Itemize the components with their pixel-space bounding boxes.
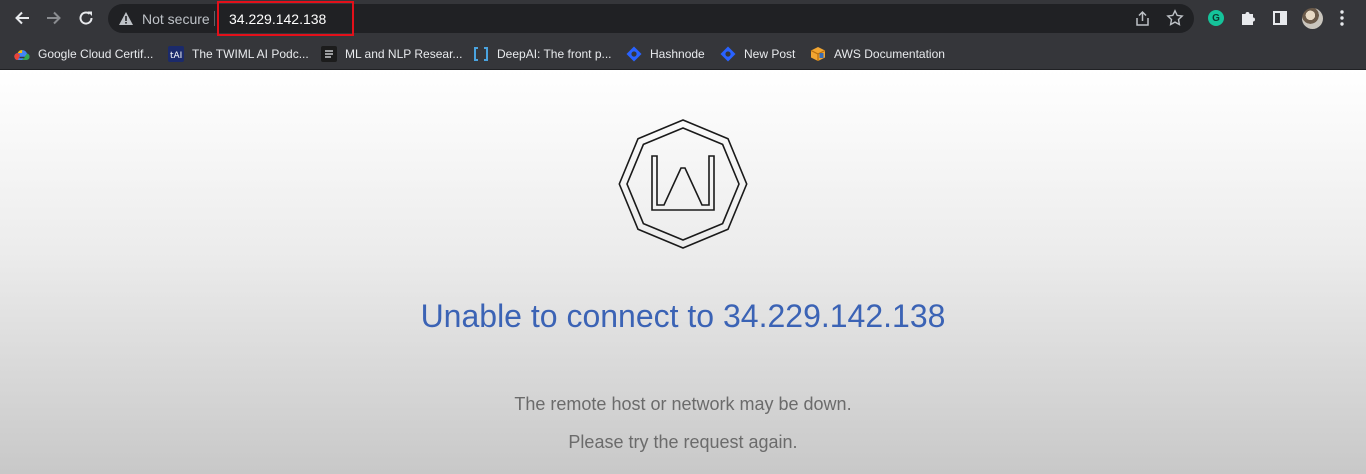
omnibox-divider: [214, 11, 215, 26]
side-panel-icon[interactable]: [1273, 11, 1287, 25]
google-cloud-icon: [14, 46, 30, 62]
bookmarks-bar: Google Cloud Certif... tAI The TWIML AI …: [0, 38, 1366, 70]
bookmark-label: DeepAI: The front p...: [497, 47, 612, 61]
bookmark-hashnode[interactable]: Hashnode: [626, 43, 705, 65]
bookmark-label: New Post: [744, 47, 796, 61]
bookmark-new-post[interactable]: New Post: [720, 43, 795, 65]
forward-button[interactable]: [40, 4, 68, 32]
error-message-line1: The remote host or network may be down.: [514, 394, 852, 414]
menu-kebab-icon[interactable]: [1340, 10, 1344, 26]
address-bar[interactable]: Not secure 34.229.142.138: [108, 1, 1194, 36]
windscribe-logo-icon: [618, 119, 748, 249]
forward-arrow-icon: [47, 11, 61, 25]
bookmark-ml-nlp[interactable]: ML and NLP Resear...: [321, 43, 462, 65]
hashnode-icon: [626, 46, 642, 62]
url-highlight-box: 34.229.142.138: [217, 1, 354, 36]
security-status[interactable]: Not secure: [142, 11, 210, 27]
bookmark-star-icon[interactable]: [1166, 9, 1184, 27]
error-message-line2: Please try the request again.: [568, 432, 798, 452]
bookmark-aws-documentation[interactable]: AWS Documentation: [810, 43, 945, 65]
back-button[interactable]: [8, 4, 36, 32]
url-text[interactable]: 34.229.142.138: [229, 11, 326, 27]
error-page: Unable to connect to 34.229.142.138 The …: [0, 70, 1366, 474]
bookmark-deepai[interactable]: DeepAI: The front p...: [473, 43, 612, 65]
ml-nlp-icon: [321, 46, 337, 62]
bookmark-label: Hashnode: [650, 47, 705, 61]
bookmark-google-cloud[interactable]: Google Cloud Certif...: [14, 43, 153, 65]
grammarly-extension-icon[interactable]: G: [1208, 10, 1224, 26]
back-arrow-icon: [15, 11, 29, 25]
extensions-puzzle-icon[interactable]: [1240, 10, 1256, 26]
reload-icon: [79, 11, 93, 25]
hashnode-icon: [720, 46, 736, 62]
profile-avatar[interactable]: [1302, 8, 1323, 29]
bookmark-label: The TWIML AI Podc...: [192, 47, 309, 61]
browser-toolbar: Not secure 34.229.142.138 G: [0, 0, 1366, 38]
bookmark-label: ML and NLP Resear...: [345, 47, 463, 61]
reload-button[interactable]: [72, 4, 100, 32]
svg-text:tAI: tAI: [170, 51, 182, 61]
bookmark-label: Google Cloud Certif...: [38, 47, 154, 61]
share-icon[interactable]: [1134, 10, 1151, 27]
bookmark-label: AWS Documentation: [834, 47, 945, 61]
bookmark-twiml[interactable]: tAI The TWIML AI Podc...: [168, 43, 309, 65]
twiml-icon: tAI: [168, 46, 184, 62]
error-title: Unable to connect to 34.229.142.138: [420, 298, 946, 334]
warning-icon[interactable]: [118, 11, 134, 26]
aws-icon: [810, 46, 826, 62]
deepai-icon: [473, 46, 489, 62]
